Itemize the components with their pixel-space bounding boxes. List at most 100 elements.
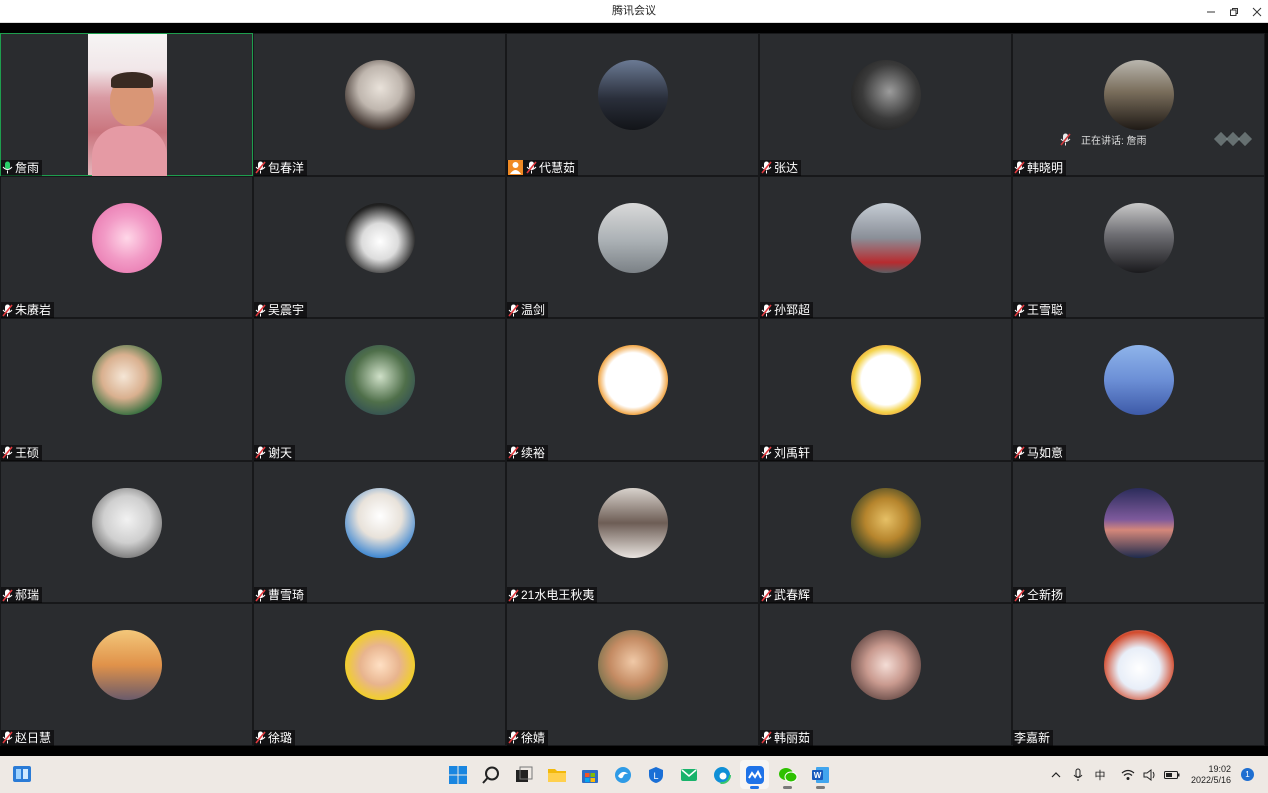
participant-tile[interactable]: 李嘉新	[1012, 603, 1265, 746]
microphone-muted-icon	[1014, 161, 1025, 174]
participant-tile[interactable]: 仝新扬	[1012, 460, 1265, 604]
avatar	[597, 630, 668, 701]
participant-nametag: 谢天	[254, 444, 296, 461]
clock[interactable]: 19:02 2022/5/16	[1191, 764, 1231, 786]
participant-tile[interactable]: 朱赓岩	[0, 175, 253, 319]
participant-tile[interactable]: 温剑	[506, 175, 759, 319]
participant-tile[interactable]: 张达	[759, 33, 1012, 176]
participant-tile[interactable]: 詹雨	[0, 33, 253, 176]
participant-name: 朱赓岩	[15, 303, 52, 318]
participant-nametag: 韩丽茹	[760, 729, 814, 746]
avatar	[91, 487, 162, 558]
participant-name: 赵日慧	[15, 730, 52, 745]
participant-name: 韩丽茹	[774, 730, 811, 745]
edge-browser-button[interactable]	[707, 760, 736, 789]
microphone-tray-button[interactable]	[1067, 764, 1089, 786]
mail-app-button[interactable]	[674, 760, 703, 789]
avatar	[597, 202, 668, 273]
wechat-button[interactable]	[773, 760, 802, 789]
participant-name: 徐婧	[521, 730, 546, 745]
start-button[interactable]	[443, 760, 472, 789]
battery-button[interactable]	[1161, 764, 1183, 786]
microphone-muted-icon	[761, 161, 772, 174]
avatar	[850, 630, 921, 701]
folder-icon	[547, 768, 566, 782]
participant-tile[interactable]: 刘禹轩	[759, 318, 1012, 461]
edge-icon	[712, 765, 731, 784]
participant-tile[interactable]: 武春辉	[759, 460, 1012, 604]
participant-nametag: 徐婧	[507, 729, 549, 746]
participant-tile[interactable]: 王雪聪	[1012, 175, 1265, 319]
participant-tile[interactable]: 曹雪琦	[253, 460, 506, 604]
participant-tile[interactable]: 韩丽茹	[759, 603, 1012, 746]
avatar	[850, 487, 921, 558]
task-view-button[interactable]	[509, 760, 538, 789]
participant-tile[interactable]: 吴震宇	[253, 175, 506, 319]
participant-tile[interactable]: 徐婧	[506, 603, 759, 746]
participant-tile[interactable]: 正在讲话: 詹雨韩晓明	[1012, 33, 1265, 176]
participant-name: 徐璐	[268, 730, 293, 745]
participant-tile[interactable]: 续裕	[506, 318, 759, 461]
close-button[interactable]	[1245, 0, 1268, 23]
participant-nametag: 郝瑞	[1, 587, 43, 604]
participant-tile[interactable]: 包春洋	[253, 33, 506, 176]
search-icon	[481, 766, 499, 784]
security-app-button[interactable]: L	[641, 760, 670, 789]
speaking-indicator: 正在讲话: 詹雨	[1060, 128, 1253, 150]
microphone-muted-icon	[255, 446, 266, 459]
participant-tile[interactable]: 代慧茹	[506, 33, 759, 176]
participant-nametag: 王雪聪	[1013, 302, 1067, 319]
avatar	[597, 487, 668, 558]
microphone-muted-icon	[1014, 304, 1025, 317]
wifi-icon	[1121, 769, 1135, 780]
volume-button[interactable]	[1139, 764, 1161, 786]
participant-name: 仝新扬	[1027, 588, 1064, 603]
participant-nametag: 王硕	[1, 444, 43, 461]
desktop-widget-button[interactable]	[12, 765, 32, 783]
edge-app-button[interactable]	[608, 760, 637, 789]
show-hidden-icons-button[interactable]	[1045, 764, 1067, 786]
microphone-muted-icon	[508, 446, 519, 459]
participant-grid: 詹雨 包春洋 代慧茹 张达 正在讲话: 詹雨韩晓明朱赓岩 吴震宇 温剑 孙郅超 王雪聪王硕 谢天 续…	[0, 33, 1268, 746]
file-explorer-button[interactable]	[542, 760, 571, 789]
avatar	[1103, 202, 1174, 273]
participant-tile[interactable]: 赵日慧	[0, 603, 253, 746]
store-button[interactable]	[575, 760, 604, 789]
participant-name: 韩晓明	[1027, 160, 1064, 175]
input-method-indicator[interactable]: 中	[1089, 764, 1111, 786]
mail-icon	[680, 768, 697, 781]
participant-tile[interactable]: 王硕	[0, 318, 253, 461]
participant-nametag: 刘禹轩	[760, 444, 814, 461]
participant-tile[interactable]: 谢天	[253, 318, 506, 461]
participant-nametag: 孙郅超	[760, 302, 814, 319]
participant-nametag: 21水电王秋夷	[507, 587, 598, 604]
avatar	[91, 345, 162, 416]
word-button[interactable]: W	[806, 760, 835, 789]
participant-name: 李嘉新	[1014, 730, 1051, 745]
notification-badge[interactable]: 1	[1241, 768, 1254, 781]
participant-nametag: 温剑	[507, 302, 549, 319]
participant-tile[interactable]: 郝瑞	[0, 460, 253, 604]
microphone-muted-icon	[2, 589, 13, 602]
participant-tile[interactable]: 21水电王秋夷	[506, 460, 759, 604]
battery-icon	[1163, 770, 1180, 779]
avatar	[1103, 630, 1174, 701]
participant-tile[interactable]: 徐璐	[253, 603, 506, 746]
avatar	[850, 60, 921, 130]
search-button[interactable]	[476, 760, 505, 789]
participant-nametag: 武春辉	[760, 587, 814, 604]
word-icon: W	[811, 766, 829, 783]
microphone-muted-icon	[761, 304, 772, 317]
restore-button[interactable]	[1222, 0, 1245, 23]
task-view-icon	[515, 766, 532, 782]
network-button[interactable]	[1117, 764, 1139, 786]
minimize-button[interactable]	[1199, 0, 1222, 23]
participant-tile[interactable]: 马如意	[1012, 318, 1265, 461]
participant-nametag: 赵日慧	[1, 729, 55, 746]
svg-text:W: W	[813, 771, 821, 780]
participant-nametag: 曹雪琦	[254, 587, 308, 604]
shield-icon: L	[648, 766, 663, 783]
participant-nametag: 包春洋	[254, 159, 308, 176]
tencent-meeting-button[interactable]	[740, 760, 769, 789]
participant-tile[interactable]: 孙郅超	[759, 175, 1012, 319]
